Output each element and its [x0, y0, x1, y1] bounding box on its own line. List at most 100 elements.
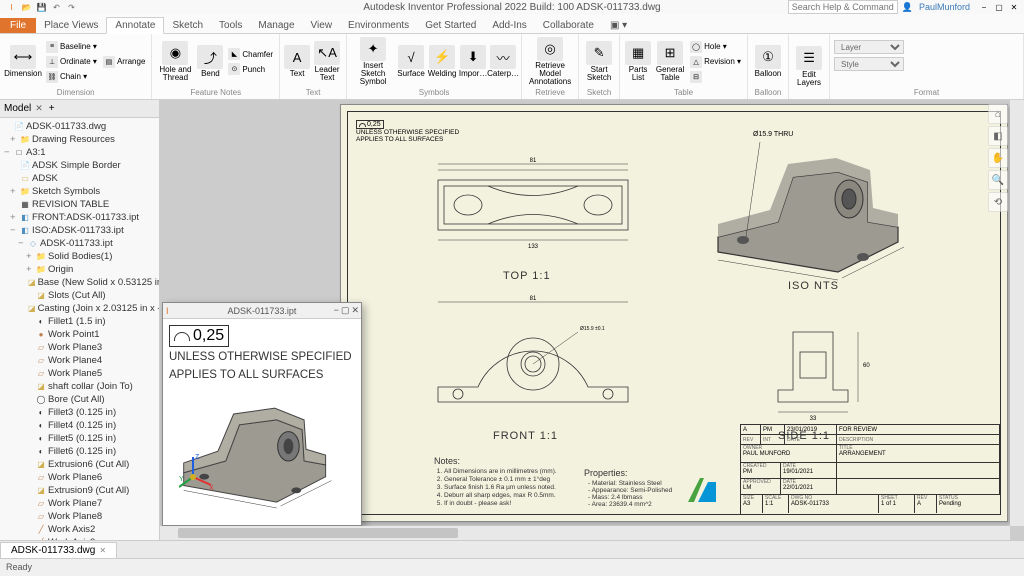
tree-item[interactable]: ◪Extrusion6 (Cut All): [2, 458, 157, 471]
doc-tab-active[interactable]: ADSK-011733.dwg✕: [0, 542, 117, 558]
float-iso-view: Z X Y: [169, 383, 355, 519]
surface-spec-note: 0,25 UNLESS OTHERWISE SPECIFIED APPLIES …: [356, 120, 459, 143]
viewcube-icon[interactable]: ◧: [988, 126, 1008, 146]
help-search-input[interactable]: [788, 0, 898, 14]
tree-item[interactable]: ◐Fillet1 (1.5 in): [2, 315, 157, 328]
tree-item[interactable]: ▱Work Plane6: [2, 471, 157, 484]
chain-button[interactable]: ⛓Chain ▾: [44, 70, 99, 84]
chamfer-button[interactable]: ◣Chamfer: [226, 47, 275, 61]
tree-item[interactable]: ◐Fillet5 (0.125 in): [2, 432, 157, 445]
layer-select[interactable]: Layer: [834, 40, 904, 54]
import-button[interactable]: ⬇Impor…: [459, 45, 487, 78]
tree-item[interactable]: ╱Work Axis2: [2, 523, 157, 536]
tab-add-ins[interactable]: Add-Ins: [484, 18, 534, 33]
tab-tools[interactable]: Tools: [211, 18, 250, 33]
redo-icon[interactable]: ↷: [65, 1, 78, 13]
tree-item[interactable]: +📁Drawing Resources: [2, 133, 157, 146]
tree-item[interactable]: ▭ADSK: [2, 172, 157, 185]
drawing-canvas[interactable]: 0,25 UNLESS OTHERWISE SPECIFIED APPLIES …: [160, 100, 1024, 540]
tree-item[interactable]: −◧ISO:ADSK-011733.ipt: [2, 224, 157, 237]
tab-manage[interactable]: Manage: [250, 18, 302, 33]
surface-button[interactable]: √Surface: [397, 45, 425, 78]
caterpillar-button[interactable]: 〰Caterp…: [489, 45, 517, 78]
tree-item[interactable]: ╱Work Axis3: [2, 536, 157, 540]
table-extra-button[interactable]: ⊟: [688, 70, 743, 84]
tab-collaborate[interactable]: Collaborate: [535, 18, 602, 33]
status-bar: Ready: [0, 558, 1024, 574]
edit-layers-button[interactable]: ☰Edit Layers: [793, 46, 825, 87]
tab-place-views[interactable]: Place Views: [36, 18, 106, 33]
svg-text:Z: Z: [195, 454, 200, 461]
tab-sketch[interactable]: Sketch: [164, 18, 211, 33]
tree-item[interactable]: 📄ADSK Simple Border: [2, 159, 157, 172]
horizontal-scrollbar[interactable]: [160, 526, 1010, 540]
retrieve-anno-button[interactable]: ◎Retrieve Model Annotations: [526, 37, 574, 86]
tab-environments[interactable]: Environments: [340, 18, 417, 33]
tree-item[interactable]: ▱Work Plane5: [2, 367, 157, 380]
text-button[interactable]: AText: [284, 45, 310, 78]
revision-button[interactable]: △Revision ▾: [688, 55, 743, 69]
autodesk-logo-icon: [686, 474, 718, 506]
tree-item[interactable]: ▦REVISION TABLE: [2, 198, 157, 211]
general-table-button[interactable]: ⊞General Table: [654, 41, 686, 82]
tab-overflow[interactable]: ▣ ▾: [602, 18, 635, 33]
tree-item[interactable]: ▱Work Plane3: [2, 341, 157, 354]
tree-item[interactable]: ◪shaft collar (Join To): [2, 380, 157, 393]
tab-annotate[interactable]: Annotate: [106, 17, 164, 34]
tree-item[interactable]: ◪Base (New Solid x 0.53125 in): [2, 276, 157, 289]
tree-item[interactable]: +📁Solid Bodies(1): [2, 250, 157, 263]
bend-button[interactable]: ⤴Bend: [196, 45, 224, 78]
tree-item[interactable]: ●Work Point1: [2, 328, 157, 341]
model-panel-close-icon[interactable]: ✕: [35, 103, 43, 114]
model-tree[interactable]: 📄ADSK-011733.dwg+📁Drawing Resources−□A3:…: [0, 118, 159, 540]
tree-item[interactable]: ◐Fillet6 (0.125 in): [2, 445, 157, 458]
tree-item[interactable]: −□A3:1: [2, 146, 157, 159]
tree-item[interactable]: −◇ADSK-011733.ipt: [2, 237, 157, 250]
float-minimize-icon[interactable]: −: [334, 305, 339, 316]
file-tab[interactable]: File: [0, 18, 36, 33]
tab-get-started[interactable]: Get Started: [417, 18, 484, 33]
float-maximize-icon[interactable]: ▢: [341, 305, 350, 316]
baseline-button[interactable]: ≡Baseline ▾: [44, 40, 99, 54]
tree-item[interactable]: ◪Slots (Cut All): [2, 289, 157, 302]
tree-item[interactable]: +◧FRONT:ADSK-011733.ipt: [2, 211, 157, 224]
float-close-icon[interactable]: ✕: [351, 305, 359, 316]
orbit-icon[interactable]: ⟲: [988, 192, 1008, 212]
tree-item[interactable]: ◯Bore (Cut All): [2, 393, 157, 406]
welding-button[interactable]: ⚡Welding: [427, 45, 457, 78]
doc-tab-close-icon[interactable]: ✕: [99, 546, 106, 555]
leader-text-button[interactable]: ↖ALeader Text: [312, 41, 342, 82]
dimension-button[interactable]: ⟷Dimension: [4, 45, 42, 78]
parts-list-button[interactable]: ▦Parts List: [624, 41, 652, 82]
hole-thread-button[interactable]: ◉Hole and Thread: [156, 41, 194, 82]
balloon-button[interactable]: ①Balloon: [752, 45, 784, 78]
ordinate-button[interactable]: ⊥Ordinate ▾: [44, 55, 99, 69]
tree-item[interactable]: ◐Fillet4 (0.125 in): [2, 419, 157, 432]
tree-item[interactable]: ▱Work Plane4: [2, 354, 157, 367]
hole-table-button[interactable]: ◯Hole ▾: [688, 40, 743, 54]
start-sketch-button[interactable]: ✎Start Sketch: [583, 41, 615, 82]
floating-part-window[interactable]: IADSK-011733.ipt −▢✕ 0,25 UNLESS OTHERWI…: [162, 302, 362, 526]
pan-icon[interactable]: ✋: [988, 148, 1008, 168]
zoom-icon[interactable]: 🔍: [988, 170, 1008, 190]
tree-item[interactable]: +📁Sketch Symbols: [2, 185, 157, 198]
model-browser: Model✕+ 📄ADSK-011733.dwg+📁Drawing Resour…: [0, 100, 160, 540]
open-icon[interactable]: 📂: [20, 1, 33, 13]
home-icon[interactable]: ⌂: [988, 104, 1008, 124]
tab-view[interactable]: View: [303, 18, 341, 33]
punch-button[interactable]: ⊙Punch: [226, 62, 275, 76]
sketch-symbol-button[interactable]: ✦Insert Sketch Symbol: [351, 37, 395, 86]
arrange-button[interactable]: ▤Arrange: [101, 55, 147, 69]
tree-item[interactable]: ◐Fillet3 (0.125 in): [2, 406, 157, 419]
tree-item[interactable]: +📁Origin: [2, 263, 157, 276]
undo-icon[interactable]: ↶: [50, 1, 63, 13]
model-panel-add-icon[interactable]: +: [49, 103, 55, 114]
vertical-scrollbar[interactable]: [1010, 100, 1024, 526]
save-icon[interactable]: 💾: [35, 1, 48, 13]
tree-item[interactable]: ▱Work Plane8: [2, 510, 157, 523]
style-select[interactable]: Style: [834, 57, 904, 71]
tree-item[interactable]: 📄ADSK-011733.dwg: [2, 120, 157, 133]
tree-item[interactable]: ▱Work Plane7: [2, 497, 157, 510]
tree-item[interactable]: ◪Extrusion9 (Cut All): [2, 484, 157, 497]
tree-item[interactable]: ◪Casting (Join x 2.03125 in x -12 de…: [2, 302, 157, 315]
